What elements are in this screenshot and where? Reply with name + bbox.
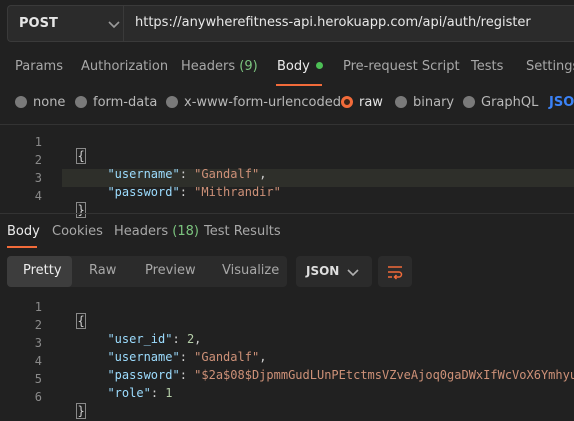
view-mode-visualize[interactable]: Visualize (222, 263, 279, 278)
json-key: "password" (107, 185, 180, 199)
radio-circle (395, 96, 407, 108)
json-value: "Mithrandir" (194, 185, 281, 199)
radio-none-label: none (33, 95, 66, 110)
line-number: 3 (34, 171, 42, 185)
radio-x-www-form-urlencoded[interactable]: x-www-form-urlencoded (166, 95, 341, 111)
radio-none[interactable]: none (15, 95, 65, 111)
body-format-dropdown[interactable]: JSON (549, 95, 574, 111)
method-selector[interactable]: POST (7, 5, 123, 42)
open-brace: { (76, 313, 86, 329)
url-text: https://anywherefitness-api.herokuapp.co… (135, 15, 531, 30)
active-tab-indicator (276, 84, 322, 86)
code-line: "role": 1 (93, 372, 173, 400)
code-line: } (63, 390, 86, 419)
active-response-tab-indicator (7, 246, 37, 248)
tab-tests-label: Tests (471, 59, 504, 74)
tab-headers-label: Headers (181, 59, 236, 74)
tab-authorization-label: Authorization (81, 59, 169, 74)
radio-graphql-label: GraphQL (481, 95, 539, 110)
tab-params-label: Params (15, 59, 63, 74)
tab-tests[interactable]: Tests (471, 59, 503, 74)
chevron-down-icon (347, 269, 359, 277)
line-number: 3 (34, 336, 42, 350)
url-input[interactable]: https://anywherefitness-api.herokuapp.co… (123, 5, 574, 42)
json-key: "role" (107, 386, 151, 400)
line-number: 2 (34, 318, 42, 332)
body-indicator-dot (315, 62, 323, 69)
method-label: POST (19, 16, 58, 31)
request-body-editor[interactable]: { (63, 135, 86, 164)
headers-count: (9) (239, 59, 258, 74)
radio-urlencoded-label: x-www-form-urlencoded (184, 95, 342, 110)
chevron-down-icon (108, 21, 120, 29)
response-format-label: JSON (306, 264, 340, 278)
tab-pre-request-script[interactable]: Pre-request Script (343, 59, 460, 74)
response-tab-label: Body (7, 224, 40, 239)
open-brace: { (76, 148, 86, 164)
radio-circle-selected (341, 96, 353, 108)
tab-body[interactable]: Body (277, 59, 323, 74)
tab-body-label: Body (277, 59, 310, 74)
response-tab-headers[interactable]: Headers (18) (114, 224, 199, 239)
tab-headers[interactable]: Headers (9) (181, 59, 258, 74)
tab-pre-request-label: Pre-request Script (343, 59, 460, 74)
line-number: 6 (34, 390, 42, 404)
radio-binary[interactable]: binary (395, 95, 454, 111)
response-tab-label: Cookies (52, 224, 103, 239)
line-number: 2 (34, 153, 42, 167)
response-tab-test-results[interactable]: Test Results (204, 224, 281, 239)
line-number: 1 (34, 135, 42, 149)
response-headers-count: (18) (172, 224, 199, 239)
radio-circle (15, 96, 27, 108)
tab-settings[interactable]: Settings (526, 59, 574, 74)
code-line: "password": "Mithrandir" (93, 171, 281, 199)
radio-circle (166, 96, 178, 108)
wrap-lines-button[interactable] (378, 256, 412, 287)
line-number: 1 (34, 300, 42, 314)
response-body-viewer: { (63, 300, 86, 329)
json-sep: : (150, 386, 166, 400)
response-tab-label: Headers (114, 224, 169, 239)
view-mode-raw[interactable]: Raw (89, 263, 116, 278)
radio-graphql[interactable]: GraphQL (463, 95, 538, 111)
response-tab-body[interactable]: Body (7, 224, 40, 239)
divider (0, 124, 574, 125)
radio-raw-label: raw (359, 95, 383, 110)
view-mode-preview[interactable]: Preview (145, 263, 196, 278)
line-number: 4 (34, 354, 42, 368)
json-value: 1 (165, 386, 173, 400)
response-tab-cookies[interactable]: Cookies (52, 224, 103, 239)
close-brace: } (76, 403, 86, 419)
json-sep: : (179, 185, 195, 199)
close-brace: } (76, 202, 86, 218)
radio-circle (75, 96, 87, 108)
json-sep: : (179, 368, 195, 382)
response-tab-label: Test Results (204, 224, 281, 239)
radio-binary-label: binary (413, 95, 455, 110)
line-number: 4 (34, 189, 42, 203)
divider (0, 213, 574, 214)
json-value: "$2a$08$DjpmmGudLUnPEtctmsVZveAjoq0gaDWx… (194, 368, 574, 382)
radio-form-data-label: form-data (93, 95, 158, 110)
tab-params[interactable]: Params (15, 59, 63, 74)
radio-form-data[interactable]: form-data (75, 95, 157, 111)
radio-raw[interactable]: raw (341, 95, 383, 111)
wrap-lines-icon (388, 266, 403, 280)
tab-authorization[interactable]: Authorization (81, 59, 168, 74)
view-mode-pretty[interactable]: Pretty (23, 263, 62, 278)
tab-settings-label: Settings (526, 59, 574, 74)
line-number: 5 (34, 372, 42, 386)
radio-circle (463, 96, 475, 108)
